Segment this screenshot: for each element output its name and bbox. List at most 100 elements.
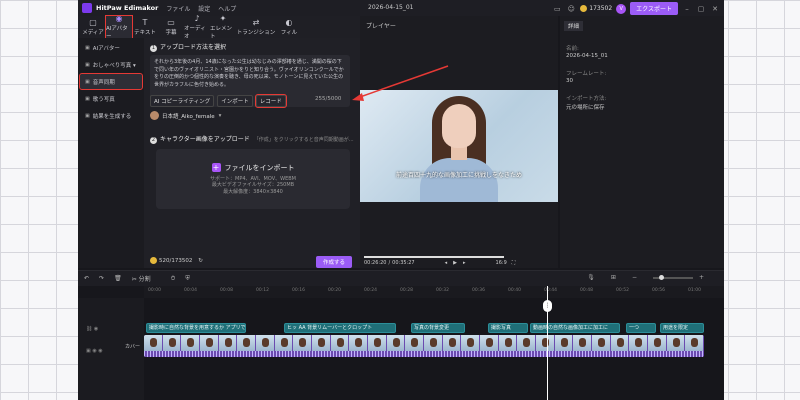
lip-sync-panel: 1 アップロード方法を選択 それから3年後の4月、14歳になった公生は幼なじみの澤… [144,38,366,268]
tab-ai-copywriting[interactable]: AI コピーライティング [150,95,215,107]
sidebar-item-singing-photo[interactable]: ▣ 歌う写真 [80,91,142,106]
upload-area[interactable]: + ファイルをインポート サポート：MP4、AVI、MOV、WEBM 最大ビデオフ… [156,149,350,209]
video-thumbnail [536,335,555,351]
prev-frame-icon[interactable]: ◂ [445,260,448,266]
ruler-tick: 00:44 [544,288,557,293]
ruler-tick: 00:08 [220,288,233,293]
video-track[interactable] [144,335,704,357]
ruler-tick: 00:16 [292,288,305,293]
fullscreen-icon[interactable]: ⛶ [512,260,516,266]
generate-button[interactable]: 作成する [316,256,353,268]
menu-file[interactable]: ファイル [166,6,190,13]
minimize-icon[interactable]: – [682,4,692,14]
time-current: 00:26:20 [364,260,387,266]
maximize-icon[interactable]: ▢ [696,4,706,14]
media-icon: ▢ [89,17,97,27]
user-icon[interactable]: ☺ [566,4,576,14]
avatar-face [442,104,476,148]
project-name: 2026-04-15_01 [368,4,414,11]
play-icon[interactable]: ▶ [453,260,457,266]
subtitle-clip[interactable]: 用途を限定 [660,323,704,333]
playhead-handle[interactable]: ⋮ [543,300,552,312]
undo-icon[interactable]: ↶ [84,275,89,282]
fps-value: 30 [566,78,573,84]
ruler-tick: 00:48 [580,288,593,293]
app-name: HitPaw Edimakor [96,4,159,12]
zoom-slider-knob[interactable] [658,274,664,280]
playback-progress-fill [364,256,504,258]
zoom-out-icon[interactable]: − [632,274,637,281]
video-thumbnail [554,335,574,351]
import-method-label: インポート方法: [566,96,607,102]
vip-icon[interactable]: V [616,3,627,14]
zoom-slider[interactable] [652,274,693,280]
results-icon: ▣ [85,112,90,119]
tool-filter[interactable]: ◐ フィル [276,16,302,38]
video-thumbnail [685,335,704,351]
upload-method-tabs: AI コピーライティング インポート レコード [150,94,287,108]
video-thumbnail [629,335,649,351]
tab-import[interactable]: インポート [217,95,253,107]
split-button[interactable]: ✂ 分割 [132,274,161,283]
video-thumbnail [162,335,182,351]
sidebar-item-results[interactable]: ▣ 結果を生成する [80,108,142,123]
import-file-button[interactable]: + ファイルをインポート [211,163,295,173]
close-icon[interactable]: ✕ [710,4,720,14]
subtitle-icon: ▭ [167,17,175,27]
coin-icon [580,5,588,12]
ruler-tick: 00:04 [184,288,197,293]
tool-subtitle[interactable]: ▭ 字幕 [158,16,184,38]
ruler-tick: 00:28 [400,288,413,293]
tool-ai-avatar[interactable]: ◉ AIアバター [105,14,133,40]
tool-transition[interactable]: ⇄ トランジション [236,16,276,38]
shield-icon[interactable]: ⛨ [185,275,190,283]
video-thumbnail [200,335,219,351]
refresh-icon[interactable]: ↻ [198,258,203,264]
video-preview[interactable]: 前途百四十九的な画像加工に挑戦しをなきため [360,90,558,202]
subtitle-clip[interactable]: 撮影時に自然な背景を用意するか アプリで [146,323,246,333]
max-resolution: 最大解像度：3840×3840 [223,188,283,195]
sidebar-item-lip-sync[interactable]: ▣ 音声同期 [79,73,143,90]
sidebar-item-ai-avatar[interactable]: ▣ AIアバター [80,40,142,55]
tool-audio[interactable]: ♪ オーディオ [184,14,210,40]
export-button[interactable]: エクスポート [630,2,678,15]
tab-details[interactable]: 詳細 [564,21,584,31]
track-lock-icon[interactable]: ▣ ◉ ◉ [86,348,103,354]
tool-text[interactable]: T テキスト [132,16,158,38]
video-thumbnail [648,335,667,351]
ruler-tick: 00:52 [616,288,629,293]
zoom-in-icon[interactable]: + [699,274,704,281]
import-method-value: 元の場所に保存 [566,105,605,111]
video-thumbnail [592,335,611,351]
subtitle-clip[interactable]: 一つ [626,323,656,333]
sidebar-item-talking-photo[interactable]: ▣ おしゃべり写真 ▾ [80,57,142,72]
subtitle-clip[interactable]: 動画時の自然な画像加工に加工に [530,323,620,333]
tool-element[interactable]: ✦ エレメント [210,14,236,40]
mic-icon[interactable]: 🎙 [587,274,595,281]
video-thumbnail [424,335,443,351]
subtitle-clip[interactable]: ヒッ AA 背景リムーバーとクロップト [284,323,396,333]
aspect-ratio[interactable]: 16:9 [496,260,507,266]
speed-icon[interactable]: ⏱ [171,275,176,283]
track-link-icon[interactable]: ⛓ ◉ [86,326,98,332]
tab-record[interactable]: レコード [254,94,287,108]
step1-heading: 1 アップロード方法を選択 [150,44,227,52]
video-thumbnail [461,335,481,351]
name-value: 2026-04-15_01 [566,53,608,59]
snap-icon[interactable]: ⊞ [611,274,616,281]
next-frame-icon[interactable]: ▸ [463,260,466,266]
video-thumbnail [181,335,201,351]
subtitle-clip[interactable]: 撮影写真 [488,323,528,333]
monitor-icon[interactable]: ▭ [552,4,562,14]
menu-settings[interactable]: 設定 [198,6,210,13]
subtitle-clip[interactable]: 写真の背景変更 [411,323,465,333]
playback-progress[interactable] [364,256,504,258]
menu-help[interactable]: ヘルプ [218,6,236,13]
video-thumbnail [480,335,499,351]
timeline-ruler[interactable]: 00:00 00:04 00:08 00:12 00:16 00:20 00:2… [144,286,724,298]
tool-media[interactable]: ▢ メディア [80,16,106,38]
delete-icon[interactable]: 🗑 [114,275,122,282]
cover-label[interactable]: カバー [125,343,140,350]
redo-icon[interactable]: ↷ [99,275,104,282]
voice-select[interactable]: 日本語_Aiko_female ▾ [150,111,221,120]
